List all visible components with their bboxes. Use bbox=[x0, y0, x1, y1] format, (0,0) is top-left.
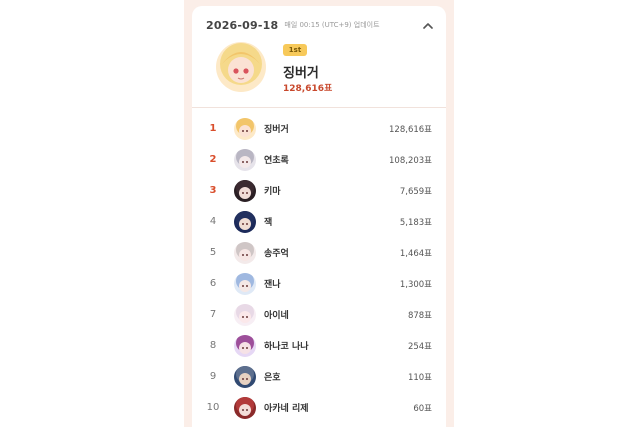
ranking-name: 징버거 bbox=[264, 125, 289, 135]
ranking-votes: 5,183표 bbox=[399, 217, 432, 228]
top-rank-summary: 1st 징버거 128,616표 bbox=[206, 40, 434, 104]
ranking-panel: 2026-09-18 매일 00:15 (UTC+9) 업데이트 1st 징버거… bbox=[184, 0, 454, 427]
avatar-icon bbox=[234, 303, 256, 326]
avatar-icon bbox=[234, 179, 256, 202]
ranking-date: 2026-09-18 bbox=[206, 18, 279, 32]
avatar-icon bbox=[234, 148, 256, 171]
rank-number: 3 bbox=[209, 185, 217, 196]
rank-number: 7 bbox=[209, 309, 217, 320]
ranking-row[interactable]: 1 징버거 128,616표 bbox=[192, 113, 446, 144]
ranking-row[interactable]: 5 송주억 1,464표 bbox=[192, 237, 446, 268]
ranking-row[interactable]: 2 연초록 108,203표 bbox=[192, 144, 446, 175]
ranking-name: 아이네 bbox=[264, 311, 289, 321]
ranking-votes: 254표 bbox=[407, 341, 432, 352]
rank-number: 8 bbox=[209, 340, 217, 351]
ranking-votes: 878표 bbox=[407, 310, 432, 321]
top-rank-name: 징버거 bbox=[283, 66, 319, 81]
ranking-row[interactable]: 9 은호 110표 bbox=[192, 361, 446, 392]
ranking-row[interactable]: 8 하나코 나나 254표 bbox=[192, 330, 446, 361]
avatar-icon bbox=[234, 117, 256, 140]
avatar-icon bbox=[234, 365, 256, 388]
ranking-votes: 1,300표 bbox=[399, 279, 432, 290]
ranking-name: 연초록 bbox=[264, 156, 289, 166]
ranking-header: 2026-09-18 매일 00:15 (UTC+9) 업데이트 bbox=[206, 16, 434, 34]
ranking-name: 송주억 bbox=[264, 249, 289, 259]
ranking-votes: 128,616표 bbox=[389, 124, 432, 135]
ranking-votes: 60표 bbox=[413, 403, 432, 414]
ranking-votes: 7,659표 bbox=[399, 186, 432, 197]
ranking-row[interactable]: 7 아이네 878표 bbox=[192, 299, 446, 330]
ranking-name: 잭 bbox=[264, 218, 273, 228]
update-schedule-text: 매일 00:15 (UTC+9) 업데이트 bbox=[284, 21, 380, 29]
avatar-icon bbox=[234, 396, 256, 419]
rank-number: 4 bbox=[209, 216, 217, 227]
ranking-row[interactable]: 4 잭 5,183표 bbox=[192, 206, 446, 237]
divider bbox=[192, 107, 446, 108]
rank-number: 6 bbox=[209, 278, 217, 289]
top-rank-avatar bbox=[216, 42, 266, 92]
ranking-row[interactable]: 6 잰나 1,300표 bbox=[192, 268, 446, 299]
ranking-votes: 1,464표 bbox=[399, 248, 432, 259]
ranking-card: 2026-09-18 매일 00:15 (UTC+9) 업데이트 1st 징버거… bbox=[192, 6, 446, 427]
ranking-name: 하나코 나나 bbox=[264, 342, 309, 352]
rank-number: 2 bbox=[209, 154, 217, 165]
first-place-badge: 1st bbox=[283, 44, 307, 56]
rank-number: 1 bbox=[209, 123, 217, 134]
avatar-icon bbox=[234, 272, 256, 295]
rank-number: 9 bbox=[209, 371, 217, 382]
ranking-list: 1 징버거 128,616표 2 연초록 108,203표 3 키마 7,659표 4 잭 5,183… bbox=[192, 113, 446, 423]
ranking-votes: 110표 bbox=[407, 372, 432, 383]
ranking-row[interactable]: 10 아카네 리제 60표 bbox=[192, 392, 446, 423]
rank-number: 10 bbox=[206, 402, 220, 413]
avatar-icon bbox=[234, 334, 256, 357]
ranking-name: 아카네 리제 bbox=[264, 404, 309, 414]
avatar-icon bbox=[234, 241, 256, 264]
ranking-name: 키마 bbox=[264, 187, 281, 197]
ranking-row[interactable]: 3 키마 7,659표 bbox=[192, 175, 446, 206]
ranking-name: 잰나 bbox=[264, 280, 281, 290]
chevron-up-icon[interactable] bbox=[422, 19, 434, 31]
ranking-name: 은호 bbox=[264, 373, 281, 383]
rank-number: 5 bbox=[209, 247, 217, 258]
top-rank-votes: 128,616표 bbox=[283, 84, 333, 94]
avatar-icon bbox=[234, 210, 256, 233]
ranking-votes: 108,203표 bbox=[389, 155, 432, 166]
